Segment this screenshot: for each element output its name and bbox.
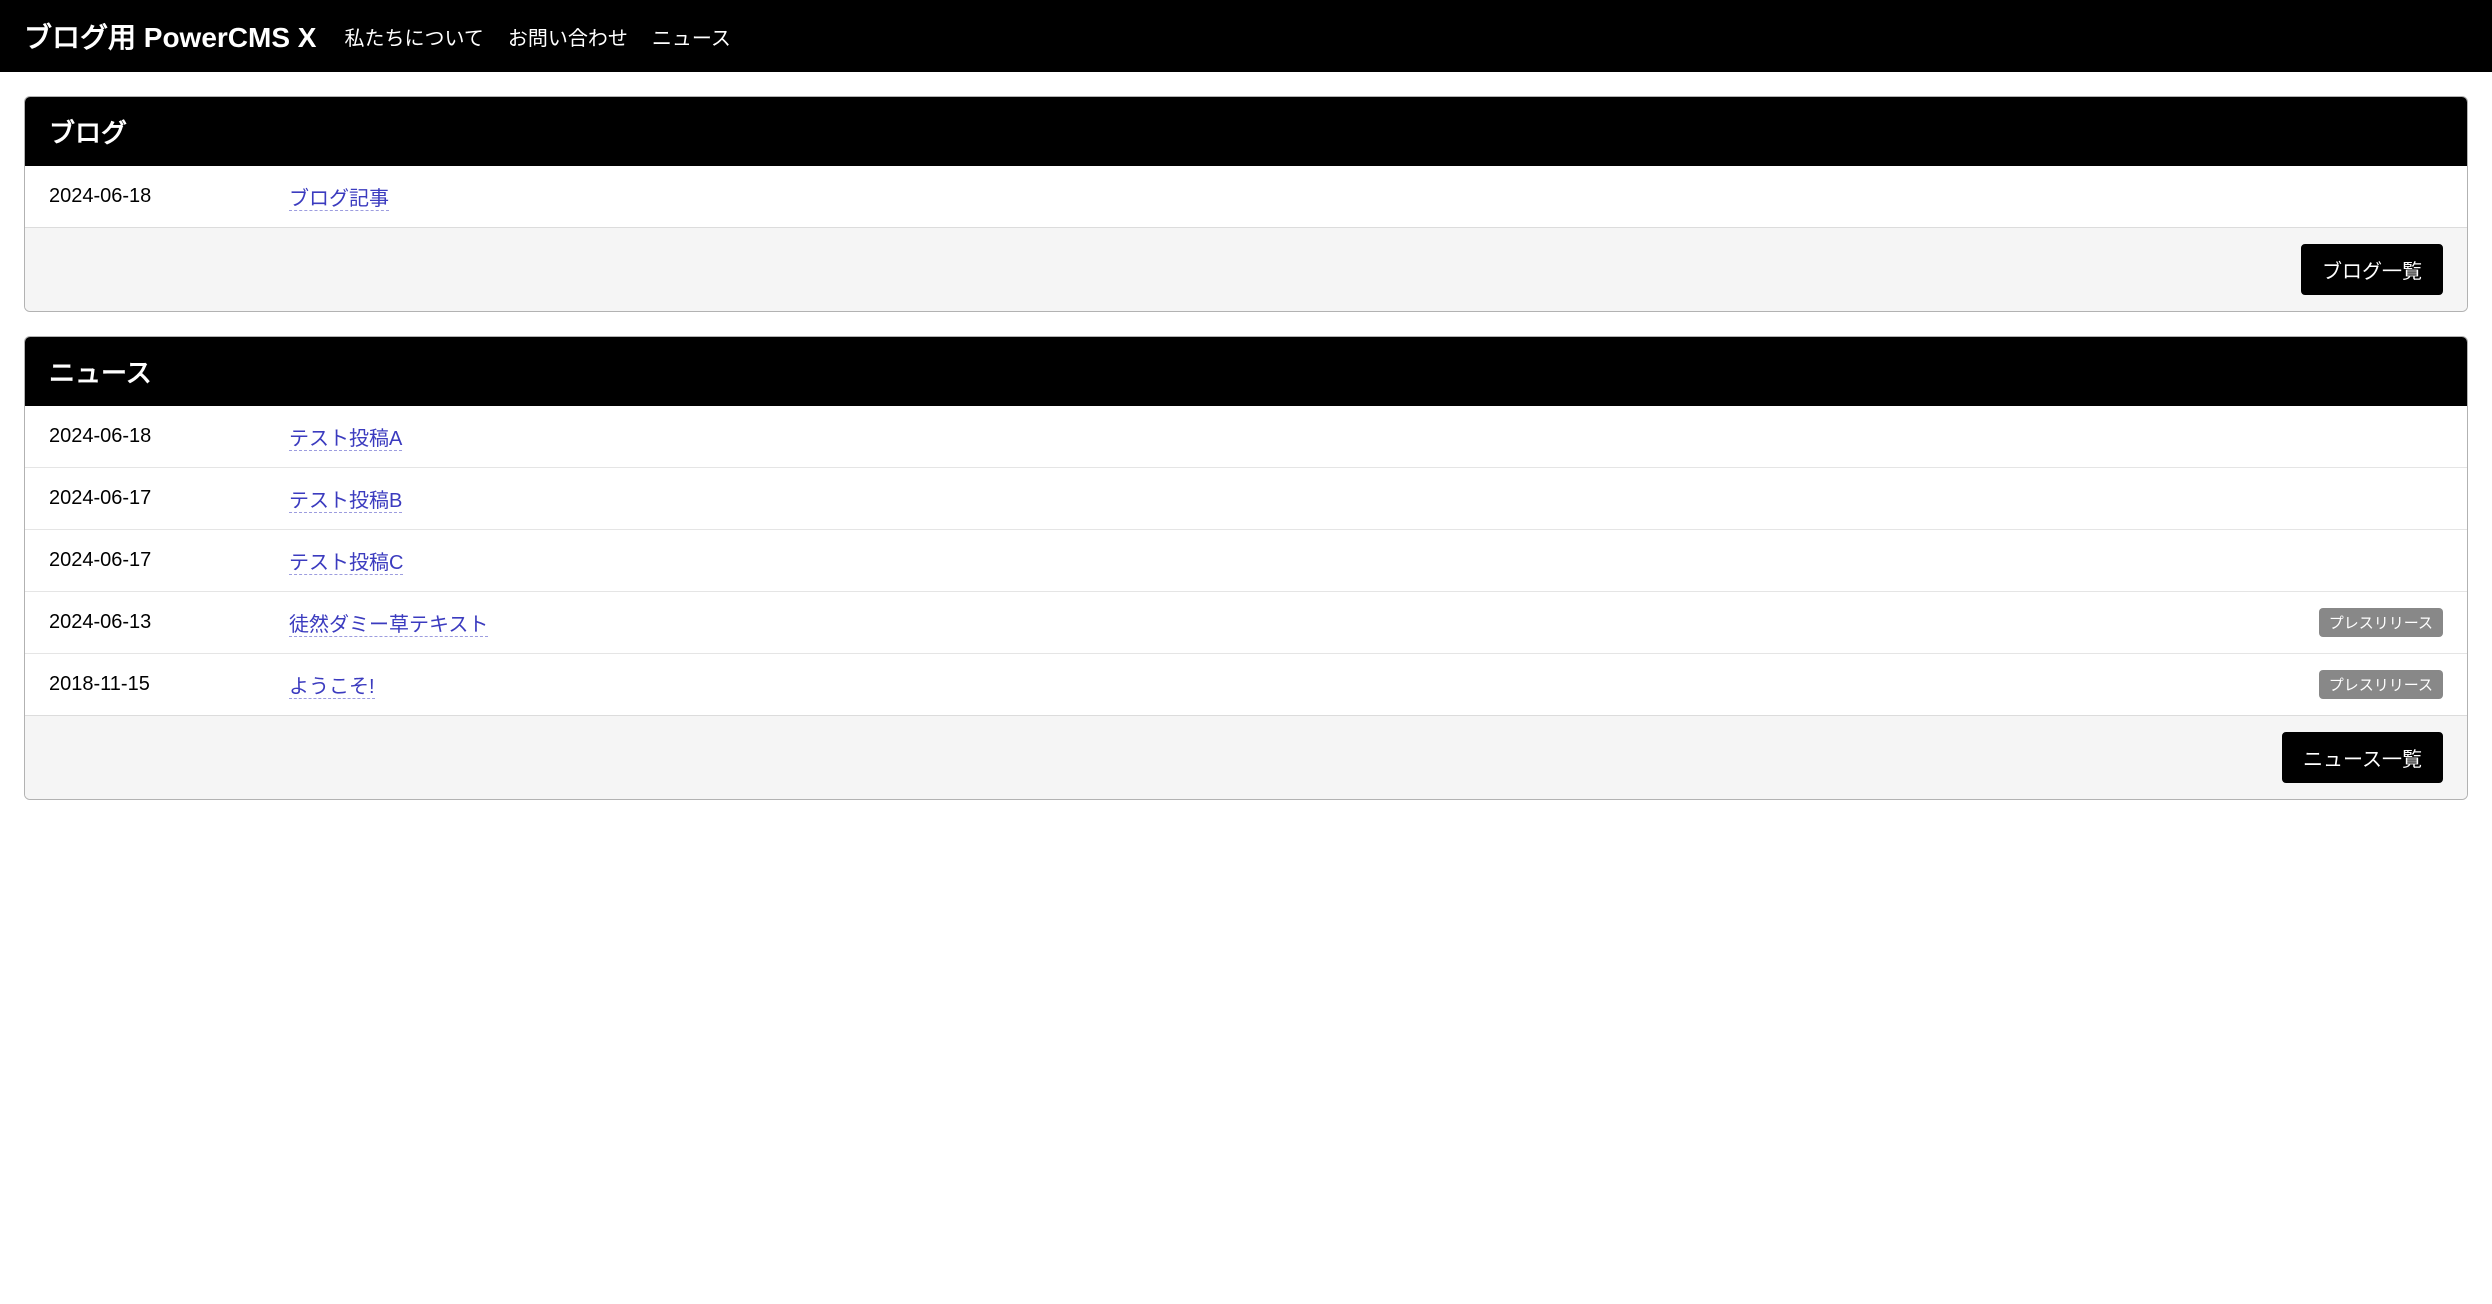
item-date: 2018-11-15 — [49, 673, 289, 696]
press-release-badge: プレスリリース — [2319, 608, 2443, 637]
nav-link-news[interactable]: ニュース — [652, 22, 731, 51]
brand-title[interactable]: ブログ用 PowerCMS X — [24, 16, 316, 56]
item-link[interactable]: テスト投稿C — [289, 552, 403, 575]
nav-links: 私たちについて お問い合わせ ニュース — [344, 22, 730, 51]
item-title-wrap: 徒然ダミー草テキスト — [289, 608, 2319, 637]
blog-panel: ブログ 2024-06-18 ブログ記事 ブログ一覧 — [24, 96, 2468, 312]
news-panel-footer: ニュース一覧 — [25, 715, 2467, 799]
item-link[interactable]: 徒然ダミー草テキスト — [289, 614, 488, 637]
item-date: 2024-06-17 — [49, 487, 289, 510]
item-link[interactable]: ようこそ! — [289, 676, 375, 699]
news-list-button[interactable]: ニュース一覧 — [2282, 732, 2443, 783]
item-date: 2024-06-18 — [49, 185, 289, 208]
news-panel-header: ニュース — [25, 337, 2467, 406]
item-title-wrap: テスト投稿C — [289, 546, 2443, 575]
main-container: ブログ 2024-06-18 ブログ記事 ブログ一覧 ニュース 2024-06-… — [0, 72, 2492, 848]
nav-link-contact[interactable]: お問い合わせ — [508, 22, 628, 51]
blog-panel-footer: ブログ一覧 — [25, 227, 2467, 311]
item-title-wrap: テスト投稿B — [289, 484, 2443, 513]
navbar: ブログ用 PowerCMS X 私たちについて お問い合わせ ニュース — [0, 0, 2492, 72]
list-item: 2024-06-17 テスト投稿C — [25, 530, 2467, 592]
item-date: 2024-06-13 — [49, 611, 289, 634]
press-release-badge: プレスリリース — [2319, 670, 2443, 699]
list-item: 2018-11-15 ようこそ! プレスリリース — [25, 654, 2467, 715]
item-title-wrap: ようこそ! — [289, 670, 2319, 699]
list-item: 2024-06-18 ブログ記事 — [25, 166, 2467, 227]
item-link[interactable]: テスト投稿A — [289, 428, 402, 451]
news-panel: ニュース 2024-06-18 テスト投稿A 2024-06-17 テスト投稿B… — [24, 336, 2468, 800]
item-date: 2024-06-17 — [49, 549, 289, 572]
blog-list: 2024-06-18 ブログ記事 — [25, 166, 2467, 227]
item-title-wrap: ブログ記事 — [289, 182, 2443, 211]
item-date: 2024-06-18 — [49, 425, 289, 448]
blog-panel-header: ブログ — [25, 97, 2467, 166]
list-item: 2024-06-17 テスト投稿B — [25, 468, 2467, 530]
item-link[interactable]: テスト投稿B — [289, 490, 402, 513]
item-link[interactable]: ブログ記事 — [289, 188, 389, 211]
item-title-wrap: テスト投稿A — [289, 422, 2443, 451]
news-list: 2024-06-18 テスト投稿A 2024-06-17 テスト投稿B 2024… — [25, 406, 2467, 715]
list-item: 2024-06-18 テスト投稿A — [25, 406, 2467, 468]
nav-link-about[interactable]: 私たちについて — [344, 22, 483, 51]
list-item: 2024-06-13 徒然ダミー草テキスト プレスリリース — [25, 592, 2467, 654]
blog-list-button[interactable]: ブログ一覧 — [2301, 244, 2443, 295]
